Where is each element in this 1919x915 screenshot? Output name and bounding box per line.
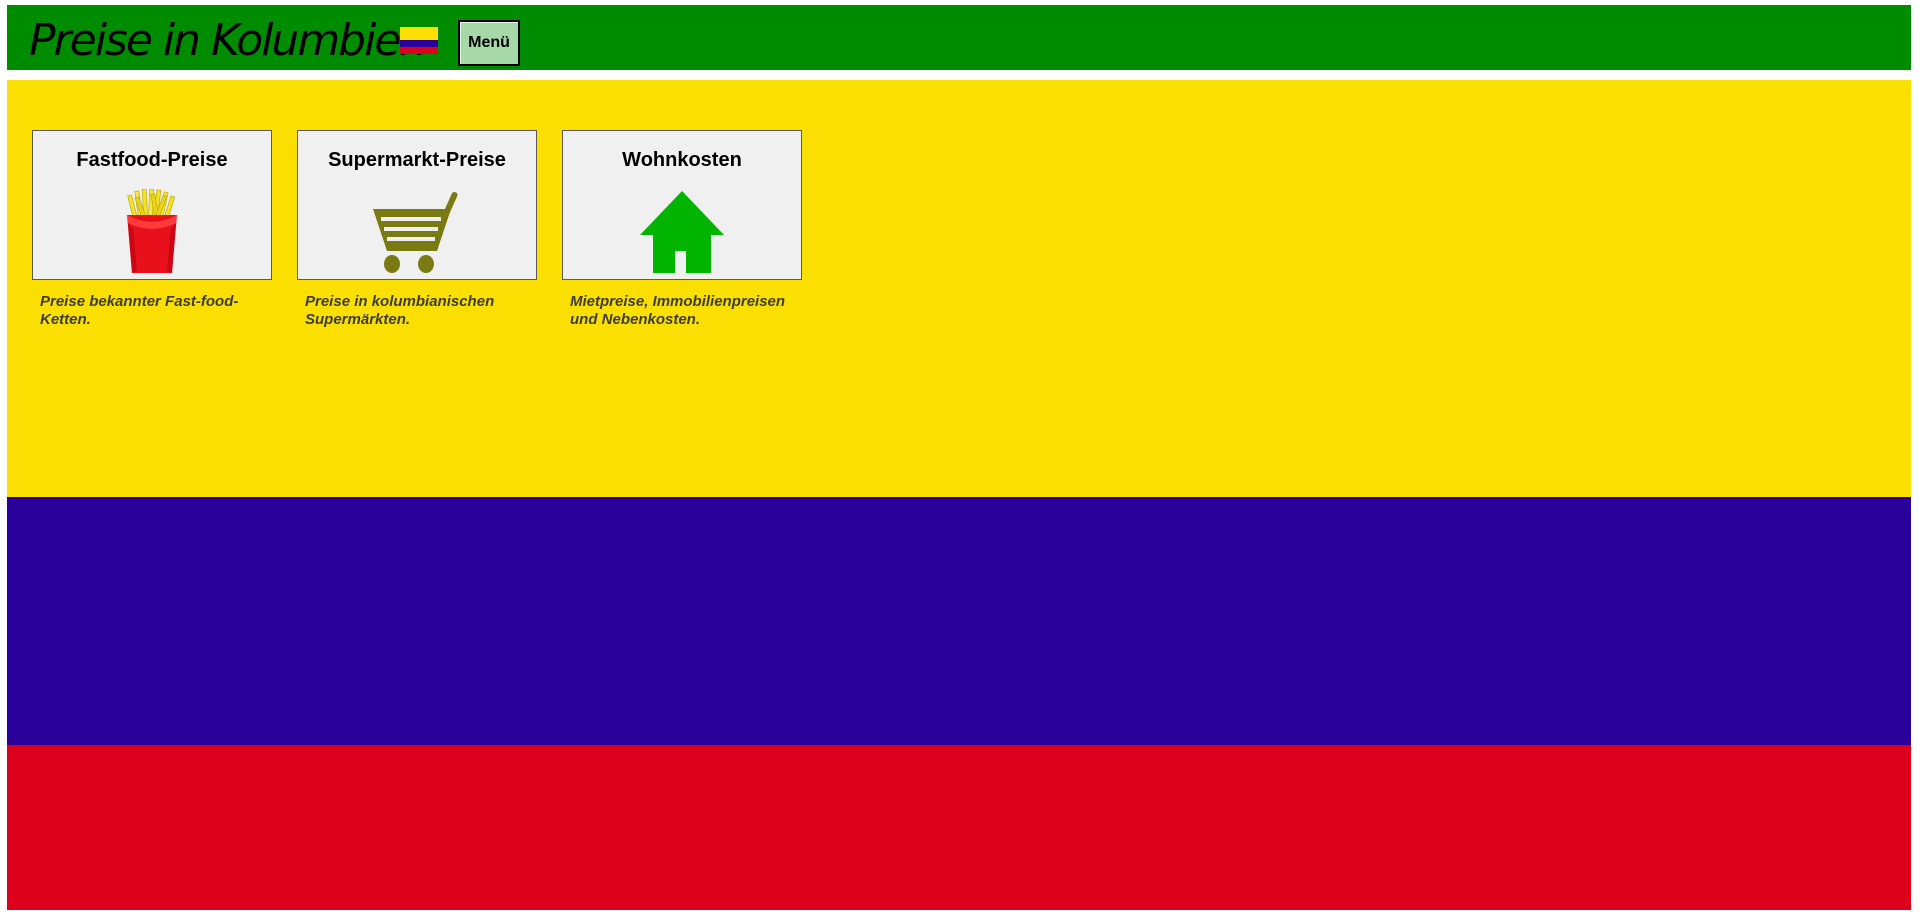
card-title: Fastfood-Preise	[76, 149, 228, 171]
header-bar: Preise in Kolumbien Menü	[7, 5, 1911, 70]
card-supermarket-prices[interactable]: Supermarkt-Preise	[297, 130, 537, 280]
card-housing-costs[interactable]: Wohnkosten	[562, 130, 802, 280]
french-fries-icon	[33, 189, 271, 275]
menu-button[interactable]: Menü	[458, 20, 520, 66]
card-title: Supermarkt-Preise	[328, 149, 506, 171]
card-title: Wohnkosten	[622, 149, 742, 171]
flag-band-yellow	[7, 80, 1911, 497]
card-fastfood-prices[interactable]: Fastfood-Preise	[32, 130, 272, 280]
shopping-cart-icon	[298, 189, 536, 275]
card-description-housing: Mietpreise, Immobilienpreisen und Nebenk…	[570, 293, 786, 328]
flag-band-blue	[7, 497, 1911, 745]
site-title: Preise in Kolumbien	[29, 15, 427, 66]
colombia-flag-icon	[400, 27, 438, 54]
house-icon	[563, 189, 801, 275]
card-description-supermarket: Preise in kolumbianischen Supermärkten.	[305, 293, 495, 328]
card-description-fastfood: Preise bekannter Fast-food-Ketten.	[40, 293, 239, 328]
flag-band-red	[7, 745, 1911, 910]
